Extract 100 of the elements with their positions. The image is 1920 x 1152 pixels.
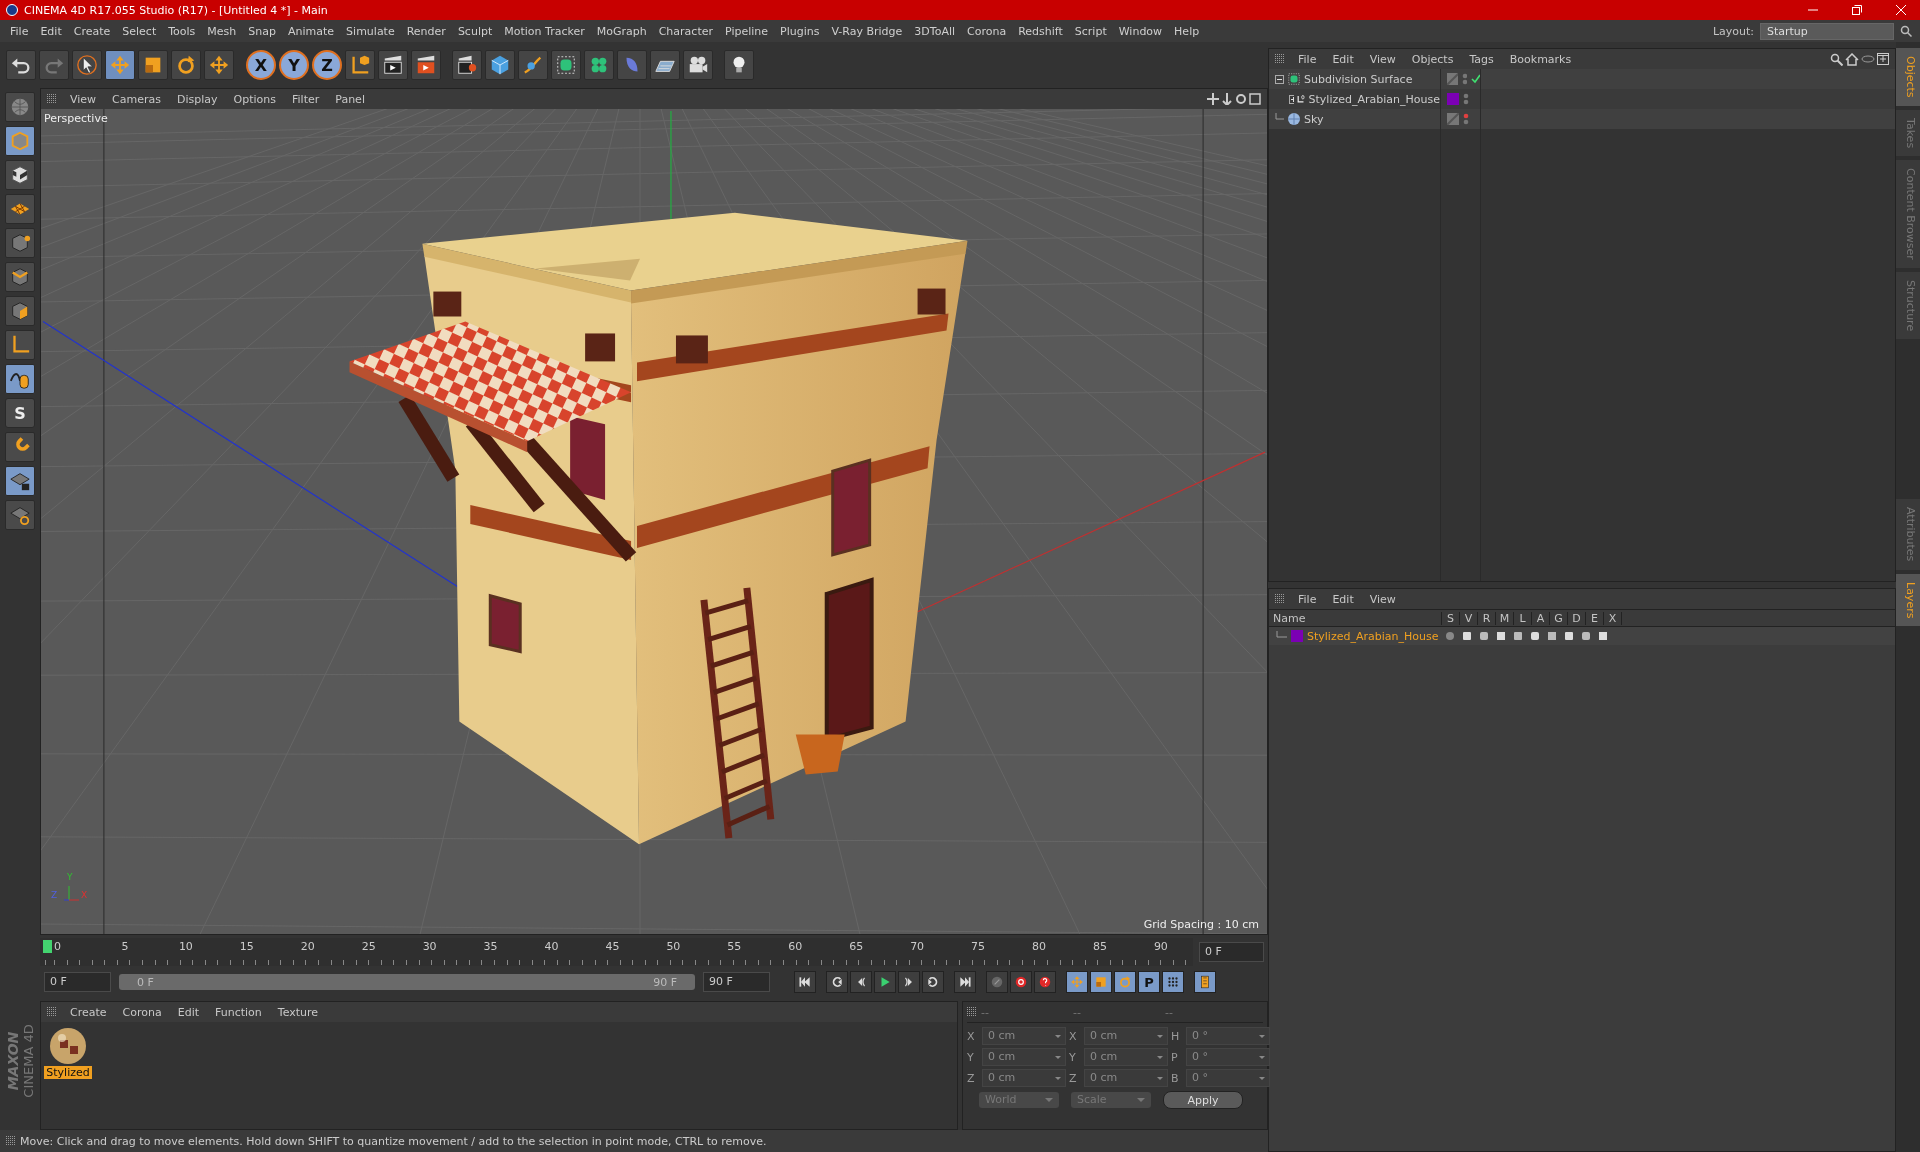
layer-menu-item[interactable]: File <box>1291 592 1324 606</box>
key-scale-icon[interactable] <box>1090 971 1112 993</box>
globe-icon[interactable] <box>5 92 35 122</box>
apply-button[interactable]: Apply <box>1163 1091 1243 1109</box>
object-name[interactable]: Stylized_Arabian_House <box>1308 92 1440 106</box>
panel-grip-icon[interactable] <box>967 1007 977 1017</box>
floor-icon[interactable] <box>650 50 680 80</box>
object-name[interactable]: Sky <box>1304 112 1324 126</box>
menu-item[interactable]: Select <box>116 24 163 38</box>
axis-lock-button[interactable]: Y <box>279 50 309 80</box>
render-view-icon[interactable] <box>378 50 408 80</box>
go-to-end-icon[interactable] <box>954 971 976 993</box>
select-tool-icon[interactable] <box>72 50 102 80</box>
polygons-mode-icon[interactable] <box>5 296 35 326</box>
material-menu-item[interactable]: Create <box>63 1005 114 1019</box>
visibility-dots-icon[interactable] <box>1463 113 1469 125</box>
menu-item[interactable]: Tools <box>162 24 202 38</box>
check-icon[interactable] <box>1471 74 1480 84</box>
workplane-icon[interactable] <box>5 194 35 224</box>
menu-item[interactable]: Help <box>1168 24 1206 38</box>
viewport-menu-item[interactable]: Display <box>170 92 225 106</box>
material-name[interactable]: Stylized <box>44 1066 92 1079</box>
menu-item[interactable]: V-Ray Bridge <box>825 24 909 38</box>
edges-mode-icon[interactable] <box>5 262 35 292</box>
snap-button[interactable]: S <box>5 398 35 428</box>
menu-item[interactable]: Mesh <box>201 24 243 38</box>
menu-item[interactable]: Render <box>400 24 452 38</box>
collapse-icon[interactable] <box>1275 74 1284 84</box>
end-frame-field[interactable]: 90 F <box>703 972 770 992</box>
visibility-dots-icon[interactable] <box>1461 73 1468 85</box>
close-icon[interactable] <box>1896 5 1906 15</box>
keyframe-icon[interactable] <box>986 971 1008 993</box>
expand-icon[interactable] <box>1289 94 1295 104</box>
move-plus-icon[interactable] <box>204 50 234 80</box>
subdivision-icon[interactable] <box>551 50 581 80</box>
key-point-level-icon[interactable] <box>1162 971 1184 993</box>
panel-grip-icon[interactable] <box>47 1007 57 1017</box>
side-tab[interactable]: Objects <box>1896 48 1920 106</box>
grid-rotate-icon[interactable] <box>5 500 35 530</box>
menu-item[interactable]: 3DToAll <box>908 24 961 38</box>
column-header[interactable]: X <box>1604 611 1622 625</box>
new-view-icon[interactable] <box>1877 53 1889 65</box>
restore-icon[interactable] <box>1852 5 1862 15</box>
pen-icon[interactable] <box>518 50 548 80</box>
render-settings-icon[interactable] <box>452 50 482 80</box>
magnet-icon[interactable] <box>5 432 35 462</box>
coordinate-system-icon[interactable] <box>345 50 375 80</box>
record-icon[interactable] <box>1010 971 1032 993</box>
material-swatch[interactable] <box>48 1026 88 1066</box>
layout-dropdown[interactable]: Startup <box>1760 22 1894 40</box>
material-menu-item[interactable]: Function <box>208 1005 269 1019</box>
column-header[interactable]: S <box>1442 611 1460 625</box>
camera-icon[interactable] <box>683 50 713 80</box>
scale-tool-icon[interactable] <box>138 50 168 80</box>
column-header[interactable]: M <box>1496 611 1514 625</box>
layer-color-swatch[interactable] <box>1291 630 1303 642</box>
axis-lock-button[interactable]: Z <box>312 50 342 80</box>
rotate-tool-icon[interactable] <box>171 50 201 80</box>
column-header[interactable]: V <box>1460 611 1478 625</box>
object-menu-item[interactable]: Edit <box>1325 52 1361 66</box>
menu-item[interactable]: Corona <box>961 24 1013 38</box>
timeline-window-icon[interactable] <box>1194 971 1216 993</box>
start-frame-field[interactable]: 0 F <box>44 972 111 992</box>
go-to-start-icon[interactable] <box>794 971 816 993</box>
play-icon[interactable] <box>874 971 896 993</box>
tweak-mode-icon[interactable] <box>5 364 35 394</box>
menu-item[interactable]: Character <box>652 24 719 38</box>
object-menu-item[interactable]: Tags <box>1462 52 1501 66</box>
menu-item[interactable]: Script <box>1068 24 1113 38</box>
column-header[interactable]: L <box>1514 611 1532 625</box>
object-menu-item[interactable]: Bookmarks <box>1502 52 1579 66</box>
points-mode-icon[interactable] <box>5 228 35 258</box>
object-menu-item[interactable]: File <box>1291 52 1324 66</box>
axis-lock-button[interactable]: X <box>246 50 276 80</box>
cube-icon[interactable] <box>485 50 515 80</box>
layer-color-swatch[interactable] <box>1447 93 1459 105</box>
menu-item[interactable]: Sculpt <box>451 24 499 38</box>
material-menu-item[interactable]: Corona <box>115 1005 169 1019</box>
undo-icon[interactable] <box>6 50 36 80</box>
key-rotation-icon[interactable] <box>1114 971 1136 993</box>
timeline-ruler[interactable]: 0 5 10 15 20 25 30 35 40 45 50 55 60 65 70 75 80 85 90 <box>40 938 1193 966</box>
column-header[interactable]: D <box>1568 611 1586 625</box>
column-header[interactable]: E <box>1586 611 1604 625</box>
layer-menu-item[interactable]: View <box>1362 592 1403 606</box>
panel-grip-icon[interactable] <box>47 94 57 104</box>
render-picture-icon[interactable] <box>411 50 441 80</box>
material-menu-item[interactable]: Texture <box>270 1005 326 1019</box>
menu-item[interactable]: Simulate <box>340 24 401 38</box>
menu-item[interactable]: Window <box>1112 24 1169 38</box>
current-frame-field[interactable]: 0 F <box>1199 942 1264 962</box>
menu-item[interactable]: Plugins <box>774 24 826 38</box>
viewport-nav-icons[interactable] <box>1207 93 1261 105</box>
previous-key-icon[interactable] <box>826 971 848 993</box>
lock-grid-icon[interactable] <box>5 466 35 496</box>
panel-grip-icon[interactable] <box>6 1136 16 1146</box>
column-header[interactable]: G <box>1550 611 1568 625</box>
viewport-menu-item[interactable]: View <box>63 92 104 106</box>
cloner-icon[interactable] <box>584 50 614 80</box>
model-mode-icon[interactable] <box>5 126 35 156</box>
panel-grip-icon[interactable] <box>1275 594 1285 604</box>
